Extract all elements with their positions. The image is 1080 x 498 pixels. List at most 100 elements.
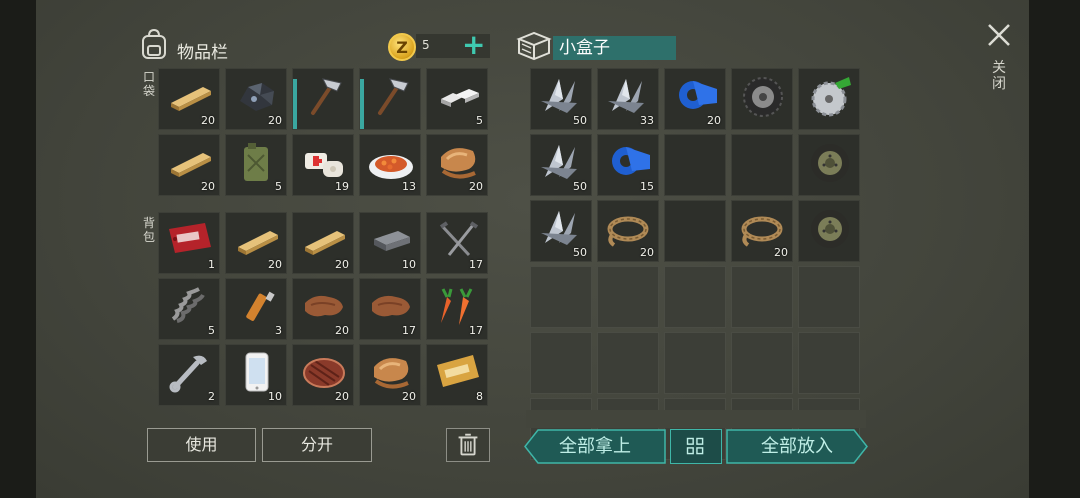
hatchet-icon	[378, 78, 409, 115]
inventory-slot[interactable]: 13	[359, 134, 421, 196]
selection-marker	[360, 79, 364, 129]
close-label[interactable]: 关闭	[991, 60, 1007, 92]
inventory-slot[interactable]: 33	[597, 68, 659, 130]
inventory-slot[interactable]	[664, 266, 726, 328]
add-coins-button[interactable]: +	[462, 31, 485, 59]
wheel-icon	[811, 144, 849, 182]
split-button[interactable]: 分开	[262, 428, 372, 462]
inventory-slot[interactable]: 50	[530, 200, 592, 262]
saw-blade-icon	[811, 77, 851, 117]
inventory-slot[interactable]: 20	[225, 68, 287, 130]
inventory-slot[interactable]	[731, 266, 793, 328]
inventory-slot[interactable]: 15	[597, 134, 659, 196]
grid-icon	[686, 437, 704, 455]
inventory-slot[interactable]	[798, 200, 860, 262]
put-all-button[interactable]: 全部放入	[726, 429, 868, 464]
inventory-slot[interactable]: 3	[225, 278, 287, 340]
item-quantity: 5	[476, 114, 483, 127]
tire-icon	[743, 77, 783, 117]
wrench-icon	[169, 355, 207, 393]
scrap-metal-icon	[541, 211, 577, 245]
rope-icon	[607, 216, 649, 247]
metal-ingot-icon	[441, 89, 479, 107]
inventory-slot[interactable]	[359, 68, 421, 130]
inventory-slot[interactable]: 17	[426, 278, 488, 340]
inventory-slot[interactable]	[530, 332, 592, 394]
use-button[interactable]: 使用	[147, 428, 256, 462]
inventory-slot[interactable]: 20	[292, 212, 354, 274]
inventory-slot[interactable]: 20	[292, 344, 354, 406]
inventory-slot[interactable]: 20	[597, 200, 659, 262]
inventory-slot[interactable]: 20	[292, 278, 354, 340]
inventory-slot[interactable]: 20	[158, 134, 220, 196]
item-quantity: 50	[573, 114, 587, 127]
inventory-slot[interactable]: 5	[225, 134, 287, 196]
inventory-slot[interactable]: 10	[225, 344, 287, 406]
inventory-slot[interactable]: 5	[426, 68, 488, 130]
trash-button[interactable]	[446, 428, 490, 462]
item-quantity: 20	[640, 246, 654, 259]
inventory-slot[interactable]	[664, 200, 726, 262]
inventory-panel: 物品栏 Z 5 + 口袋 背包 20 20 5 20 5 19 13 20 1 20 20 10 17…	[36, 0, 1029, 498]
inventory-slot[interactable]: 2	[158, 344, 220, 406]
inventory-slot[interactable]: 17	[359, 278, 421, 340]
inventory-slot[interactable]: 20	[664, 68, 726, 130]
inventory-slot[interactable]: 20	[731, 200, 793, 262]
rope-icon	[741, 216, 783, 247]
inventory-slot[interactable]: 8	[426, 344, 488, 406]
inventory-slot[interactable]	[664, 134, 726, 196]
inventory-slot[interactable]	[798, 134, 860, 196]
scrap-metal-icon	[541, 145, 577, 179]
spring-icon	[171, 287, 205, 323]
inventory-slot[interactable]: 1	[158, 212, 220, 274]
item-quantity: 50	[573, 180, 587, 193]
inventory-slot[interactable]	[798, 68, 860, 130]
coupon-gold-icon	[437, 355, 479, 387]
take-all-button[interactable]: 全部拿上	[524, 429, 666, 464]
inventory-slot[interactable]: 10	[359, 212, 421, 274]
item-quantity: 5	[208, 324, 215, 337]
inventory-slot[interactable]: 20	[359, 344, 421, 406]
inventory-slot[interactable]	[664, 332, 726, 394]
inventory-slot[interactable]: 20	[158, 68, 220, 130]
cooked-dish-icon	[369, 155, 413, 179]
inventory-slot[interactable]	[798, 266, 860, 328]
inventory-slot[interactable]	[597, 266, 659, 328]
item-quantity: 17	[469, 324, 483, 337]
inventory-slot[interactable]: 20	[225, 212, 287, 274]
raw-meat-bone-icon	[441, 148, 476, 179]
inventory-slot[interactable]: 17	[426, 212, 488, 274]
item-quantity: 20	[268, 258, 282, 271]
inventory-slot[interactable]	[731, 332, 793, 394]
item-quantity: 20	[201, 114, 215, 127]
item-quantity: 20	[335, 390, 349, 403]
box-title[interactable]: 小盒子	[553, 36, 676, 60]
coin-count: 5	[422, 38, 430, 52]
item-quantity: 10	[268, 390, 282, 403]
inventory-slot[interactable]	[597, 332, 659, 394]
sort-grid-button[interactable]	[670, 429, 722, 464]
bandage-icon	[305, 153, 343, 177]
wood-plank-icon	[238, 231, 278, 255]
duct-tape-icon	[612, 147, 650, 175]
close-icon[interactable]	[986, 22, 1012, 48]
inventory-slot[interactable]	[731, 68, 793, 130]
inventory-slot[interactable]: 20	[426, 134, 488, 196]
coin-icon: Z	[388, 33, 416, 61]
scrap-metal-icon	[541, 79, 577, 113]
inventory-slot[interactable]	[731, 134, 793, 196]
inventory-slot[interactable]	[798, 332, 860, 394]
backpack-label: 背包	[142, 216, 155, 244]
inventory-slot[interactable]: 5	[158, 278, 220, 340]
item-quantity: 15	[640, 180, 654, 193]
inventory-slot[interactable]: 50	[530, 68, 592, 130]
item-quantity: 8	[476, 390, 483, 403]
inventory-slot[interactable]: 19	[292, 134, 354, 196]
inventory-slot[interactable]	[292, 68, 354, 130]
hatchet-icon	[311, 78, 342, 115]
inventory-slot[interactable]	[530, 266, 592, 328]
put-all-label: 全部放入	[761, 436, 833, 457]
carrot-icon	[441, 288, 473, 325]
inventory-slot[interactable]: 50	[530, 134, 592, 196]
wood-plank-icon	[171, 153, 211, 177]
